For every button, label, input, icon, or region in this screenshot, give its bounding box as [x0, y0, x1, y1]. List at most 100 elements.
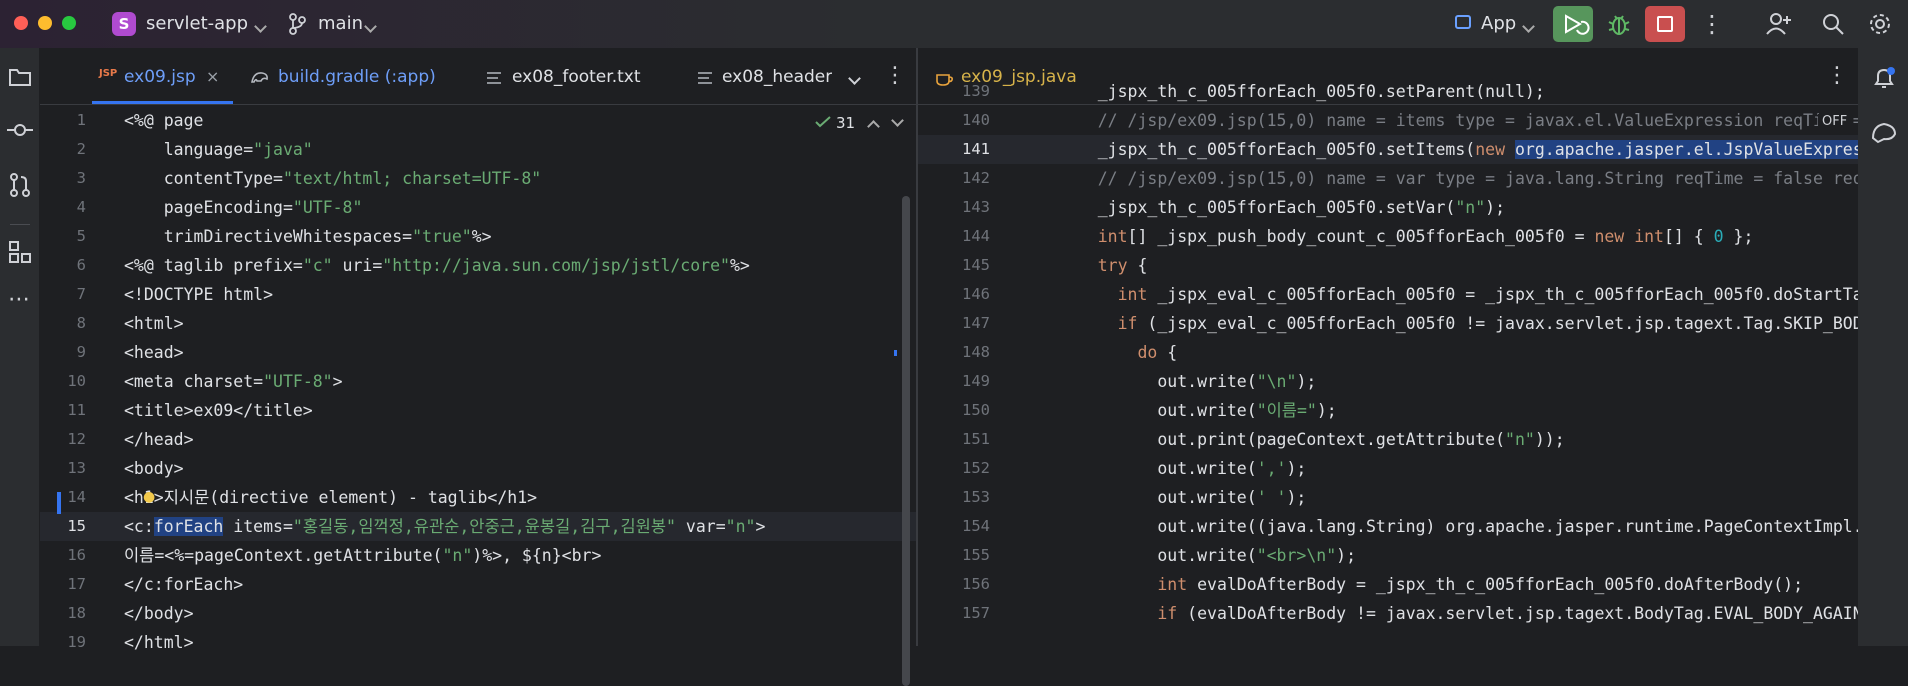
project-badge[interactable]: S [112, 12, 136, 36]
tab-more-icon[interactable]: ⋮ [884, 64, 906, 88]
tab-ex08-footer[interactable]: ex08_footer.txt [512, 67, 641, 87]
settings-gear-icon[interactable] [1868, 12, 1892, 36]
code-text[interactable]: <body> [124, 454, 854, 483]
code-line[interactable]: 147 if (_jspx_eval_c_005fforEach_005f0 !… [918, 309, 1858, 338]
reader-mode-toggle[interactable]: OFF [1818, 114, 1852, 129]
left-vertical-scrollbar[interactable] [902, 196, 910, 686]
code-line[interactable]: 16 이름=<%=pageContext.getAttribute("n")%>,… [40, 541, 916, 570]
more-horizontal-icon[interactable]: ⋯ [8, 288, 30, 312]
code-text[interactable]: int[] _jspx_push_body_count_c_005fforEac… [1058, 222, 1858, 251]
code-line[interactable]: 140 // /jsp/ex09.jsp(15,0) name = items … [918, 106, 1858, 135]
tab-build-gradle[interactable]: build.gradle (:app) [278, 67, 436, 87]
code-text[interactable]: out.write(','); [1058, 454, 1858, 483]
code-text[interactable]: // /jsp/ex09.jsp(15,0) name = var type =… [1058, 164, 1858, 193]
code-text[interactable]: out.write((java.lang.String) org.apache.… [1058, 512, 1858, 541]
code-line[interactable]: 152 out.write(','); [918, 454, 1858, 483]
code-text[interactable]: _jspx_th_c_005fforEach_005f0.setParent(n… [1058, 77, 1858, 106]
code-text[interactable]: <!DOCTYPE html> [124, 280, 854, 309]
code-line[interactable]: 18 </body> [40, 599, 916, 628]
run-config-name[interactable]: App [1481, 13, 1516, 34]
code-text[interactable]: out.write(' '); [1058, 483, 1858, 512]
code-text[interactable]: <meta charset="UTF-8"> [124, 367, 854, 396]
project-folder-icon[interactable] [8, 66, 32, 88]
code-text[interactable]: contentType="text/html; charset=UTF-8" [124, 164, 854, 193]
code-text[interactable]: </body> [124, 599, 854, 628]
code-line[interactable]: 157 if (evalDoAfterBody != javax.servlet… [918, 599, 1858, 628]
code-text[interactable]: out.write("이름="); [1058, 396, 1858, 425]
notifications-bell-icon[interactable] [1872, 66, 1896, 92]
code-line[interactable]: 1 <%@ page [40, 106, 916, 135]
code-line[interactable]: 4 pageEncoding="UTF-8" [40, 193, 916, 222]
code-line[interactable]: 141 _jspx_th_c_005fforEach_005f0.setItem… [918, 135, 1858, 164]
code-text[interactable]: </c:forEach> [124, 570, 854, 599]
tabs-overflow-chevron-icon[interactable] [848, 72, 861, 85]
branch-chevron-down-icon[interactable] [364, 20, 377, 33]
code-line[interactable]: 13 <body> [40, 454, 916, 483]
code-text[interactable]: <title>ex09</title> [124, 396, 854, 425]
code-line[interactable]: 10 <meta charset="UTF-8"> [40, 367, 916, 396]
code-text[interactable]: <%@ page [124, 106, 854, 135]
stop-button[interactable] [1645, 6, 1685, 42]
code-text[interactable]: int _jspx_eval_c_005fforEach_005f0 = _js… [1058, 280, 1858, 309]
branch-name[interactable]: main [318, 13, 363, 34]
code-line[interactable]: 151 out.print(pageContext.getAttribute("… [918, 425, 1858, 454]
code-text[interactable]: _jspx_th_c_005fforEach_005f0.setItems(ne… [1058, 135, 1858, 164]
project-name[interactable]: servlet-app [146, 13, 248, 34]
code-line[interactable]: 148 do { [918, 338, 1858, 367]
more-vertical-icon[interactable]: ⋮ [1700, 12, 1724, 36]
code-text[interactable]: _jspx_th_c_005fforEach_005f0.setVar("n")… [1058, 193, 1858, 222]
code-text[interactable]: <%@ taglib prefix="c" uri="http://java.s… [124, 251, 854, 280]
rerun-button[interactable] [1553, 6, 1593, 42]
code-line[interactable]: 6 <%@ taglib prefix="c" uri="http://java.… [40, 251, 916, 280]
code-line[interactable]: 8 <html> [40, 309, 916, 338]
code-text[interactable]: language="java" [124, 135, 854, 164]
code-text[interactable]: try { [1058, 251, 1858, 280]
search-icon[interactable] [1821, 12, 1845, 36]
code-line[interactable]: 15 <c:forEach items="홍길동,임꺽정,유관순,안중근,윤봉길,… [40, 512, 916, 541]
code-text[interactable]: int evalDoAfterBody = _jspx_th_c_005ffor… [1058, 570, 1858, 599]
code-text[interactable]: <head> [124, 338, 854, 367]
maximize-window-button[interactable] [62, 16, 76, 30]
code-text[interactable]: if (_jspx_eval_c_005fforEach_005f0 != ja… [1058, 309, 1858, 338]
code-text[interactable]: 이름=<%=pageContext.getAttribute("n")%>, $… [124, 541, 854, 570]
code-text[interactable]: do { [1058, 338, 1858, 367]
code-line[interactable]: 142 // /jsp/ex09.jsp(15,0) name = var ty… [918, 164, 1858, 193]
code-text[interactable]: out.print(pageContext.getAttribute("n"))… [1058, 425, 1858, 454]
debug-icon[interactable] [1605, 10, 1633, 38]
code-line[interactable]: 2 language="java" [40, 135, 916, 164]
intention-bulb-icon[interactable]: ● [143, 489, 155, 505]
code-line[interactable]: 154 out.write((java.lang.String) org.apa… [918, 512, 1858, 541]
code-text[interactable]: <html> [124, 309, 854, 338]
code-line[interactable]: 9 <head> [40, 338, 916, 367]
code-line[interactable]: 17 </c:forEach> [40, 570, 916, 599]
code-text[interactable]: trimDirectiveWhitespaces="true"%> [124, 222, 854, 251]
code-line[interactable]: 146 int _jspx_eval_c_005fforEach_005f0 =… [918, 280, 1858, 309]
code-line[interactable]: 156 int evalDoAfterBody = _jspx_th_c_005… [918, 570, 1858, 599]
minimize-window-button[interactable] [38, 16, 52, 30]
close-window-button[interactable] [14, 16, 28, 30]
code-line[interactable]: 139 _jspx_th_c_005fforEach_005f0.setPare… [918, 77, 1858, 106]
code-line[interactable]: 144 int[] _jspx_push_body_count_c_005ffo… [918, 222, 1858, 251]
tab-ex08-header[interactable]: ex08_header [722, 67, 832, 87]
code-text[interactable]: out.write("<br>\n"); [1058, 541, 1858, 570]
code-line[interactable]: 14 <h1>지시문(directive element) - taglib</h… [40, 483, 916, 512]
code-line[interactable]: 143 _jspx_th_c_005fforEach_005f0.setVar(… [918, 193, 1858, 222]
code-line[interactable]: 155 out.write("<br>\n"); [918, 541, 1858, 570]
code-text[interactable]: <h1>지시문(directive element) - taglib</h1> [124, 483, 854, 512]
pull-requests-icon[interactable] [8, 172, 32, 198]
code-line[interactable]: 7 <!DOCTYPE html> [40, 280, 916, 309]
ai-assistant-icon[interactable] [1870, 120, 1898, 144]
code-text[interactable]: pageEncoding="UTF-8" [124, 193, 854, 222]
code-text[interactable]: <c:forEach items="홍길동,임꺽정,유관순,안중근,윤봉길,김구… [124, 512, 854, 541]
code-text[interactable]: out.write("\n"); [1058, 367, 1858, 396]
code-line[interactable]: 153 out.write(' '); [918, 483, 1858, 512]
code-text[interactable]: if (evalDoAfterBody != javax.servlet.jsp… [1058, 599, 1858, 628]
code-line[interactable]: 3 contentType="text/html; charset=UTF-8" [40, 164, 916, 193]
code-text[interactable]: // /jsp/ex09.jsp(15,0) name = items type… [1058, 106, 1858, 135]
code-line[interactable]: 149 out.write("\n"); [918, 367, 1858, 396]
commit-icon[interactable] [6, 120, 34, 140]
add-user-icon[interactable] [1766, 12, 1792, 36]
run-config-chevron-down-icon[interactable] [1522, 20, 1535, 33]
code-text[interactable]: </html> [124, 628, 854, 657]
structure-icon[interactable] [8, 240, 32, 264]
